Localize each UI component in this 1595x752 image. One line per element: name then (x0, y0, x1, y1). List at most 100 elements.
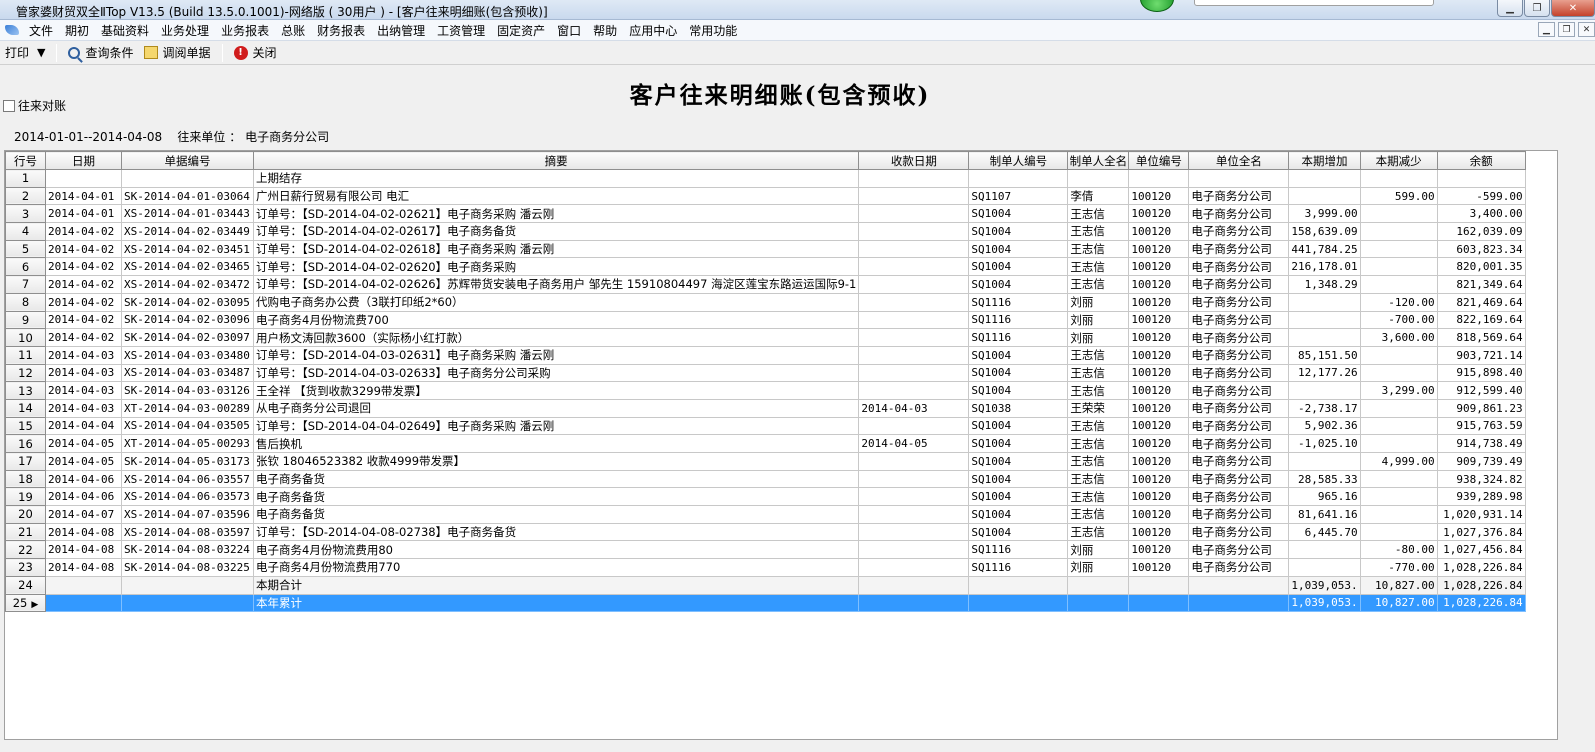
cell-summary[interactable]: 代购电子商务办公费（3联打印纸2*60） (252, 292, 860, 312)
cell-row-number[interactable]: 10 (5, 328, 46, 347)
cell-date[interactable]: 2014-04-02 (45, 275, 122, 294)
cell-receipt-date[interactable] (858, 310, 970, 330)
table-row[interactable]: 2 2014-04-01 SK-2014-04-01-03064 广州日薪行贸易有限公… (5, 186, 1526, 206)
cell-date[interactable]: 2014-04-06 (45, 487, 122, 507)
cell-period-decrease[interactable]: 10,827.00 (1359, 575, 1438, 595)
cell-creator-name[interactable]: 王志信 (1067, 239, 1130, 259)
mdi-close-icon[interactable]: ✕ (1578, 22, 1595, 37)
cell-doc-number[interactable] (121, 575, 254, 595)
cell-receipt-date[interactable] (858, 363, 970, 383)
table-row[interactable]: 17 2014-04-05 SK-2014-04-05-03173 张钦 180465… (5, 452, 1526, 471)
cell-row-number[interactable]: 2 (5, 186, 46, 206)
menu-business-reports[interactable]: 业务报表 (215, 22, 275, 39)
cell-row-number[interactable]: 22 (5, 540, 46, 560)
cell-period-increase[interactable]: 3,999.00 (1288, 204, 1361, 224)
cell-summary[interactable]: 电子商务4月份物流费用770 (252, 558, 860, 577)
cell-unit-code[interactable]: 100120 (1128, 522, 1190, 542)
table-row[interactable]: 22 2014-04-08 SK-2014-04-08-03224 电子商务4月份物流… (5, 540, 1526, 560)
cell-doc-number[interactable]: SK-2014-04-08-03225 (121, 558, 254, 577)
cell-unit-code[interactable]: 100120 (1128, 398, 1190, 418)
cell-period-increase[interactable] (1288, 558, 1361, 577)
cell-row-number[interactable]: 23 (5, 558, 46, 577)
cell-date[interactable]: 2014-04-02 (45, 292, 122, 312)
cell-doc-number[interactable] (121, 169, 254, 188)
cell-doc-number[interactable]: XS-2014-04-06-03557 (121, 469, 254, 489)
cell-creator-code[interactable]: SQ1004 (968, 363, 1069, 383)
cell-unit-name[interactable] (1188, 575, 1290, 595)
cell-period-decrease[interactable]: 10,827.00 (1359, 593, 1438, 613)
cell-unit-code[interactable]: 100120 (1128, 469, 1190, 489)
cell-period-increase[interactable]: 1,039,053. (1288, 575, 1361, 595)
cell-period-increase[interactable] (1288, 540, 1361, 560)
cell-period-increase[interactable]: 1,348.29 (1288, 275, 1361, 294)
cell-row-number[interactable]: 14 (5, 398, 46, 418)
cell-row-number[interactable]: 25 ▶ (5, 593, 46, 613)
cell-unit-name[interactable]: 电子商务分公司 (1188, 310, 1290, 330)
cell-unit-name[interactable]: 电子商务分公司 (1188, 222, 1290, 241)
cell-row-number[interactable]: 20 (5, 505, 46, 524)
cell-receipt-date[interactable] (858, 186, 970, 206)
cell-creator-code[interactable]: SQ1004 (968, 239, 1069, 259)
cell-receipt-date[interactable] (858, 328, 970, 347)
cell-balance[interactable]: 1,028,226.84 (1436, 575, 1526, 595)
top-search-field[interactable] (1194, 0, 1434, 6)
cell-unit-code[interactable]: 100120 (1128, 204, 1190, 224)
cell-doc-number[interactable]: SK-2014-04-05-03173 (121, 452, 254, 471)
cell-creator-name[interactable]: 王志信 (1067, 363, 1130, 383)
cell-summary[interactable]: 从电子商务分公司退回 (252, 398, 860, 418)
cell-period-decrease[interactable] (1359, 169, 1438, 188)
column-header-unit-code[interactable]: 单位编号 (1128, 151, 1190, 170)
cell-creator-name[interactable]: 王志信 (1067, 452, 1130, 471)
cell-summary[interactable]: 订单号：【SD-2014-04-02-02618】电子商务采购 潘云刚 (252, 239, 860, 259)
cell-date[interactable]: 2014-04-02 (45, 328, 122, 347)
table-row[interactable]: 16 2014-04-05 XT-2014-04-05-00293 售后换机 2014-… (5, 434, 1526, 453)
query-conditions-button[interactable]: 查询条件 (63, 43, 138, 63)
view-document-button[interactable]: 调阅单据 (139, 43, 216, 63)
mdi-minimize-icon[interactable]: ▁ (1538, 22, 1555, 37)
cell-period-increase[interactable]: -1,025.10 (1288, 434, 1361, 453)
cell-unit-name[interactable]: 电子商务分公司 (1188, 239, 1290, 259)
cell-creator-name[interactable]: 王志信 (1067, 469, 1130, 489)
cell-period-decrease[interactable] (1359, 469, 1438, 489)
cell-unit-name[interactable]: 电子商务分公司 (1188, 398, 1290, 418)
cell-receipt-date[interactable]: 2014-04-03 (858, 398, 970, 418)
cell-summary[interactable]: 订单号：【SD-2014-04-03-02633】电子商务分公司采购 (252, 363, 860, 383)
cell-date[interactable]: 2014-04-04 (45, 416, 122, 436)
cell-doc-number[interactable]: SK-2014-04-08-03224 (121, 540, 254, 560)
cell-balance[interactable]: 821,469.64 (1436, 292, 1526, 312)
cell-doc-number[interactable]: XT-2014-04-03-00289 (121, 398, 254, 418)
cell-period-decrease[interactable]: -700.00 (1359, 310, 1438, 330)
cell-balance[interactable]: 915,898.40 (1436, 363, 1526, 383)
cell-unit-code[interactable]: 100120 (1128, 239, 1190, 259)
table-row[interactable]: 4 2014-04-02 XS-2014-04-02-03449 订单号：【SD-20… (5, 222, 1526, 241)
cell-unit-code[interactable]: 100120 (1128, 487, 1190, 507)
cell-summary[interactable]: 电子商务备货 (252, 469, 860, 489)
cell-period-increase[interactable]: 12,177.26 (1288, 363, 1361, 383)
cell-creator-code[interactable]: SQ1004 (968, 434, 1069, 453)
cell-creator-name[interactable]: 王志信 (1067, 345, 1130, 365)
cell-unit-name[interactable] (1188, 169, 1290, 188)
cell-date[interactable]: 2014-04-01 (45, 186, 122, 206)
cell-period-decrease[interactable] (1359, 257, 1438, 277)
cell-summary[interactable]: 本期合计 (252, 575, 860, 595)
cell-balance[interactable]: 822,169.64 (1436, 310, 1526, 330)
cell-summary[interactable]: 订单号：【SD-2014-04-02-02626】苏辉带货安装电子商务用户 邹先… (252, 275, 860, 294)
cell-doc-number[interactable]: SK-2014-04-02-03097 (121, 328, 254, 347)
cell-balance[interactable]: 938,324.82 (1436, 469, 1526, 489)
cell-balance[interactable]: 1,028,226.84 (1436, 593, 1526, 613)
cell-receipt-date[interactable] (858, 239, 970, 259)
cell-row-number[interactable]: 18 (5, 469, 46, 489)
cell-date[interactable] (45, 169, 122, 188)
cell-creator-name[interactable]: 王荣荣 (1067, 398, 1130, 418)
cell-receipt-date[interactable] (858, 204, 970, 224)
cell-summary[interactable]: 售后换机 (252, 434, 860, 453)
table-row[interactable]: 9 2014-04-02 SK-2014-04-02-03096 电子商务4月份物流费… (5, 310, 1526, 330)
cell-period-decrease[interactable] (1359, 345, 1438, 365)
cell-row-number[interactable]: 5 (5, 239, 46, 259)
cell-date[interactable]: 2014-04-08 (45, 540, 122, 560)
cell-doc-number[interactable] (121, 593, 254, 613)
column-header-creator-code[interactable]: 制单人编号 (968, 151, 1069, 170)
cell-receipt-date[interactable] (858, 275, 970, 294)
cell-creator-name[interactable]: 刘丽 (1067, 540, 1130, 560)
cell-summary[interactable]: 电子商务备货 (252, 487, 860, 507)
